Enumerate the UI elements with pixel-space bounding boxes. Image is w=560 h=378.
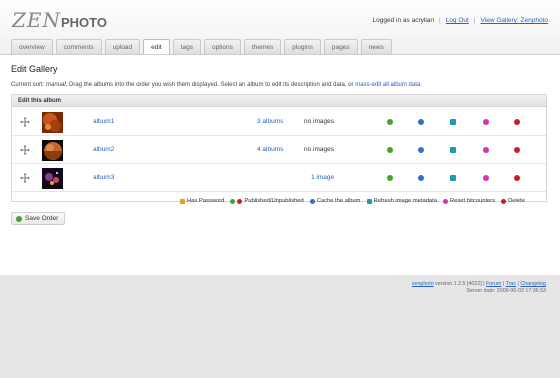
separator: | [517,281,519,287]
image-count: no images [304,118,334,125]
cache-icon[interactable] [418,175,424,181]
drag-handle-icon[interactable] [20,117,30,127]
refresh-metadata-icon [366,198,372,204]
delete-icon[interactable] [514,119,520,125]
changelog-link[interactable]: Changelog [520,281,546,287]
image-count: no images [304,146,334,153]
album-row[interactable]: album2 4 albums no images [12,136,546,164]
reset-hitcounter-icon[interactable] [483,175,489,181]
footer: zenphoto version 1.2.5 [4022] | Forum | … [412,281,546,294]
legend-published: Published/Unpublished [230,198,304,204]
album-name-link[interactable]: album1 [93,118,114,125]
tab-pages[interactable]: pages [323,39,358,54]
legend-refresh: Refresh image metadata [366,198,437,204]
unpublished-icon [237,198,243,204]
footer-version-line: zenphoto version 1.2.5 [4022] | Forum | … [412,281,546,288]
sort-prefix: Current sort: [11,82,45,88]
check-icon [16,215,22,222]
refresh-metadata-icon[interactable] [450,147,456,153]
save-order-button[interactable]: Save Order [11,212,66,225]
cache-icon[interactable] [418,119,424,125]
mass-edit-link[interactable]: mass-edit all album data [355,82,420,88]
reset-hitcounter-icon[interactable] [483,147,489,153]
album-thumbnail[interactable] [42,168,63,189]
separator: | [439,17,441,24]
version-text: version 1.2.5 [4022] [435,281,482,287]
album-list: Edit this album album1 3 albums no image… [11,94,547,202]
published-icon[interactable] [387,119,393,125]
album-thumbnail[interactable] [42,140,63,161]
user-bar: Logged in as acrylian | Log Out | View G… [373,17,548,24]
legend-label: Reset hitcounters [450,198,496,204]
reset-hitcounter-icon[interactable] [483,119,489,125]
zenphoto-logo[interactable]: ZEN PHOTO [12,8,107,32]
separator: | [502,281,505,287]
legend-label: Has Password [187,198,225,204]
admin-tabs: overview comments upload edit tags optio… [11,39,392,55]
refresh-metadata-icon[interactable] [450,119,456,125]
legend-cache: Cache the album [309,198,361,204]
drag-handle-icon[interactable] [20,145,30,155]
album-name-link[interactable]: album2 [93,146,114,153]
delete-icon [501,198,507,204]
zenphoto-link[interactable]: zenphoto [412,281,434,287]
reset-hitcounter-icon [443,198,448,204]
tab-edit[interactable]: edit [143,39,170,55]
legend-label: Published/Unpublished [244,198,304,204]
main-content: Edit Gallery Current sort: manual. Drag … [0,54,560,275]
save-order-label: Save Order [25,215,59,222]
logout-link[interactable]: Log Out [446,17,469,24]
trac-link[interactable]: Trac [506,281,516,287]
legend-delete: Delete [501,198,525,204]
view-gallery-link[interactable]: View Gallery: Zenphoto [481,17,548,24]
tab-options[interactable]: options [203,39,241,54]
sort-value: manual [46,82,66,88]
page-title: Edit Gallery [11,64,58,74]
forum-link[interactable]: Forum [486,281,501,287]
sort-note: Current sort: manual. Drag the albums in… [11,82,422,88]
legend-label: Refresh image metadata [373,198,437,204]
album-name-link[interactable]: album3 [93,174,114,181]
logo-photo-text: PHOTO [61,15,107,30]
tab-news[interactable]: news [360,39,392,54]
album-thumbnail[interactable] [42,112,63,133]
legend-has-password: Has Password [180,198,224,204]
tab-plugins[interactable]: plugins [284,39,321,54]
published-icon[interactable] [387,175,393,181]
album-row[interactable]: album3 1 image [12,164,546,192]
legend-label: Cache the album [316,198,361,204]
published-icon [230,198,236,204]
legend-label: Delete [508,198,525,204]
delete-icon[interactable] [514,147,520,153]
album-row[interactable]: album1 3 albums no images [12,108,546,136]
tab-comments[interactable]: comments [55,39,102,54]
image-count-link[interactable]: 1 image [311,174,334,181]
subalbum-count-link[interactable]: 4 albums [257,146,283,153]
album-list-header: Edit this album [12,95,546,107]
lock-icon [180,198,185,204]
drag-handle-icon[interactable] [20,173,30,183]
sort-suffix: . Drag the albums into the order you wis… [65,82,354,88]
admin-header: ZEN PHOTO Logged in as acrylian | Log Ou… [0,0,560,55]
legend-reset-hits: Reset hitcounters [443,198,495,204]
tab-overview[interactable]: overview [11,39,53,54]
published-icon[interactable] [387,147,393,153]
separator: | [483,281,485,287]
subalbum-count-link[interactable]: 3 albums [257,118,283,125]
tab-themes[interactable]: themes [243,39,282,54]
tab-tags[interactable]: tags [172,39,201,54]
delete-icon[interactable] [514,175,520,181]
tab-upload[interactable]: upload [104,39,141,54]
logo-zen-text: ZEN [12,8,61,32]
refresh-metadata-icon[interactable] [450,175,456,181]
cache-icon [309,198,315,204]
icon-legend: Has Password Published/Unpublished Cache… [180,198,525,204]
separator: | [473,17,476,24]
server-date: Server date: 2009-06-03 17:36:53 [466,287,546,294]
period: . [420,82,422,88]
cache-icon[interactable] [418,147,424,153]
logged-in-text: Logged in as acrylian [372,17,434,24]
